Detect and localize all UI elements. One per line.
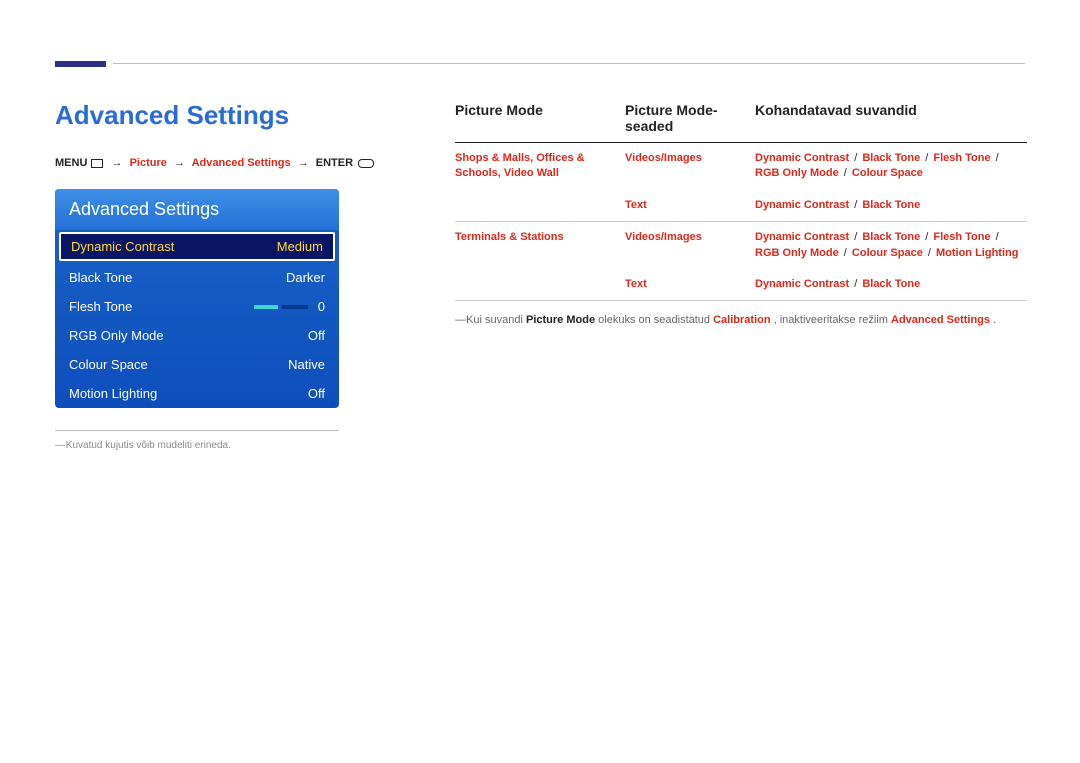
separator: /: [922, 231, 931, 243]
separator: /: [851, 231, 860, 243]
enter-icon: [358, 159, 374, 168]
enter-label: ENTER: [316, 157, 353, 169]
arrow-icon: →: [298, 157, 309, 169]
panel-row[interactable]: Flesh Tone 0: [55, 292, 339, 321]
option-item: RGB Only Mode: [755, 167, 839, 179]
page-content: Advanced Settings MENU → Picture → Advan…: [0, 0, 1080, 512]
slider[interactable]: [254, 305, 308, 309]
panel-title: Advanced Settings: [55, 189, 339, 230]
panel-row[interactable]: RGB Only Mode Off: [55, 321, 339, 350]
option-item: Colour Space: [852, 167, 923, 179]
row-value: Darker: [286, 270, 325, 285]
option-item: Dynamic Contrast: [755, 152, 849, 164]
separator: /: [922, 152, 931, 164]
cell-picture-mode: Terminals & Stations: [455, 222, 625, 269]
separator: /: [841, 247, 850, 259]
cell-options: Dynamic Contrast / Black Tone: [755, 190, 1027, 222]
note-red: Advanced Settings: [891, 314, 990, 326]
cell-options: Dynamic Contrast / Black Tone: [755, 269, 1027, 301]
note-red: Calibration: [713, 314, 770, 326]
row-label: Colour Space: [69, 357, 148, 372]
panel-row[interactable]: Colour Space Native: [55, 350, 339, 379]
path-advanced-settings: Advanced Settings: [192, 157, 291, 169]
cell-options: Dynamic Contrast / Black Tone / Flesh To…: [755, 222, 1027, 269]
option-item: Black Tone: [862, 278, 920, 290]
option-item: Motion Lighting: [936, 247, 1018, 259]
cell-mode-seaded: Text: [625, 190, 755, 222]
note-bold: Picture Mode: [526, 314, 595, 326]
cell-picture-mode: [455, 190, 625, 222]
separator: /: [993, 152, 999, 164]
left-footnote: ― Kuvatud kujutis võib mudeliti erineda.: [55, 439, 339, 452]
separator: /: [851, 278, 860, 290]
options-table: Picture Mode Picture Mode-seaded Kohanda…: [455, 102, 1027, 301]
table-row: Shops & Malls, Offices & Schools, Video …: [455, 143, 1027, 190]
option-item: Black Tone: [862, 152, 920, 164]
note-text: Kui suvandi: [466, 314, 526, 326]
footnote-text: Kuvatud kujutis võib mudeliti erineda.: [66, 440, 231, 451]
cell-mode-seaded: Text: [625, 269, 755, 301]
option-item: Flesh Tone: [933, 231, 990, 243]
option-item: Colour Space: [852, 247, 923, 259]
table-row: TextDynamic Contrast / Black Tone: [455, 190, 1027, 222]
row-value: Native: [288, 357, 325, 372]
arrow-icon: →: [112, 157, 123, 169]
menu-label: MENU: [55, 157, 87, 169]
separator: /: [851, 152, 860, 164]
separator: /: [841, 167, 850, 179]
menu-icon: [91, 159, 103, 168]
panel-divider: [55, 430, 339, 431]
path-picture: Picture: [130, 157, 167, 169]
row-value: Off: [308, 386, 325, 401]
table-row: Terminals & StationsVideos/ImagesDynamic…: [455, 222, 1027, 269]
cell-picture-mode: Shops & Malls, Offices & Schools, Video …: [455, 143, 625, 190]
cell-options: Dynamic Contrast / Black Tone / Flesh To…: [755, 143, 1027, 190]
table-row: TextDynamic Contrast / Black Tone: [455, 269, 1027, 301]
cell-picture-mode: [455, 269, 625, 301]
right-footnote: ― Kui suvandi Picture Mode olekuks on se…: [455, 313, 1027, 327]
panel-row[interactable]: Dynamic Contrast Medium: [59, 232, 335, 261]
table-header: Picture Mode: [455, 102, 625, 143]
option-item: Dynamic Contrast: [755, 278, 849, 290]
row-label: Black Tone: [69, 270, 132, 285]
arrow-icon: →: [174, 157, 185, 169]
dash-icon: ―: [55, 439, 63, 452]
separator: /: [993, 231, 999, 243]
dash-icon: ―: [455, 313, 463, 327]
option-item: Dynamic Contrast: [755, 199, 849, 211]
options-column: Picture Mode Picture Mode-seaded Kohanda…: [455, 102, 1027, 328]
option-item: Dynamic Contrast: [755, 231, 849, 243]
row-label: Flesh Tone: [69, 299, 132, 314]
option-item: Flesh Tone: [933, 152, 990, 164]
note-text: , inaktiveeritakse režiim: [774, 314, 891, 326]
row-value: Medium: [277, 239, 323, 254]
settings-panel: Advanced Settings Dynamic Contrast Medium…: [55, 189, 339, 408]
note-text: olekuks on seadistatud: [598, 314, 713, 326]
option-item: RGB Only Mode: [755, 247, 839, 259]
row-value-text: 0: [318, 299, 325, 314]
option-item: Black Tone: [862, 231, 920, 243]
note-text: .: [993, 314, 996, 326]
cell-mode-seaded: Videos/Images: [625, 143, 755, 190]
row-label: Dynamic Contrast: [71, 239, 174, 254]
cell-mode-seaded: Videos/Images: [625, 222, 755, 269]
panel-row[interactable]: Motion Lighting Off: [55, 379, 339, 408]
row-label: RGB Only Mode: [69, 328, 164, 343]
table-header: Kohandatavad suvandid: [755, 102, 1027, 143]
table-header: Picture Mode-seaded: [625, 102, 755, 143]
panel-row[interactable]: Black Tone Darker: [55, 263, 339, 292]
option-item: Black Tone: [862, 199, 920, 211]
row-value: Off: [308, 328, 325, 343]
separator: /: [925, 247, 934, 259]
separator: /: [851, 199, 860, 211]
row-label: Motion Lighting: [69, 386, 157, 401]
